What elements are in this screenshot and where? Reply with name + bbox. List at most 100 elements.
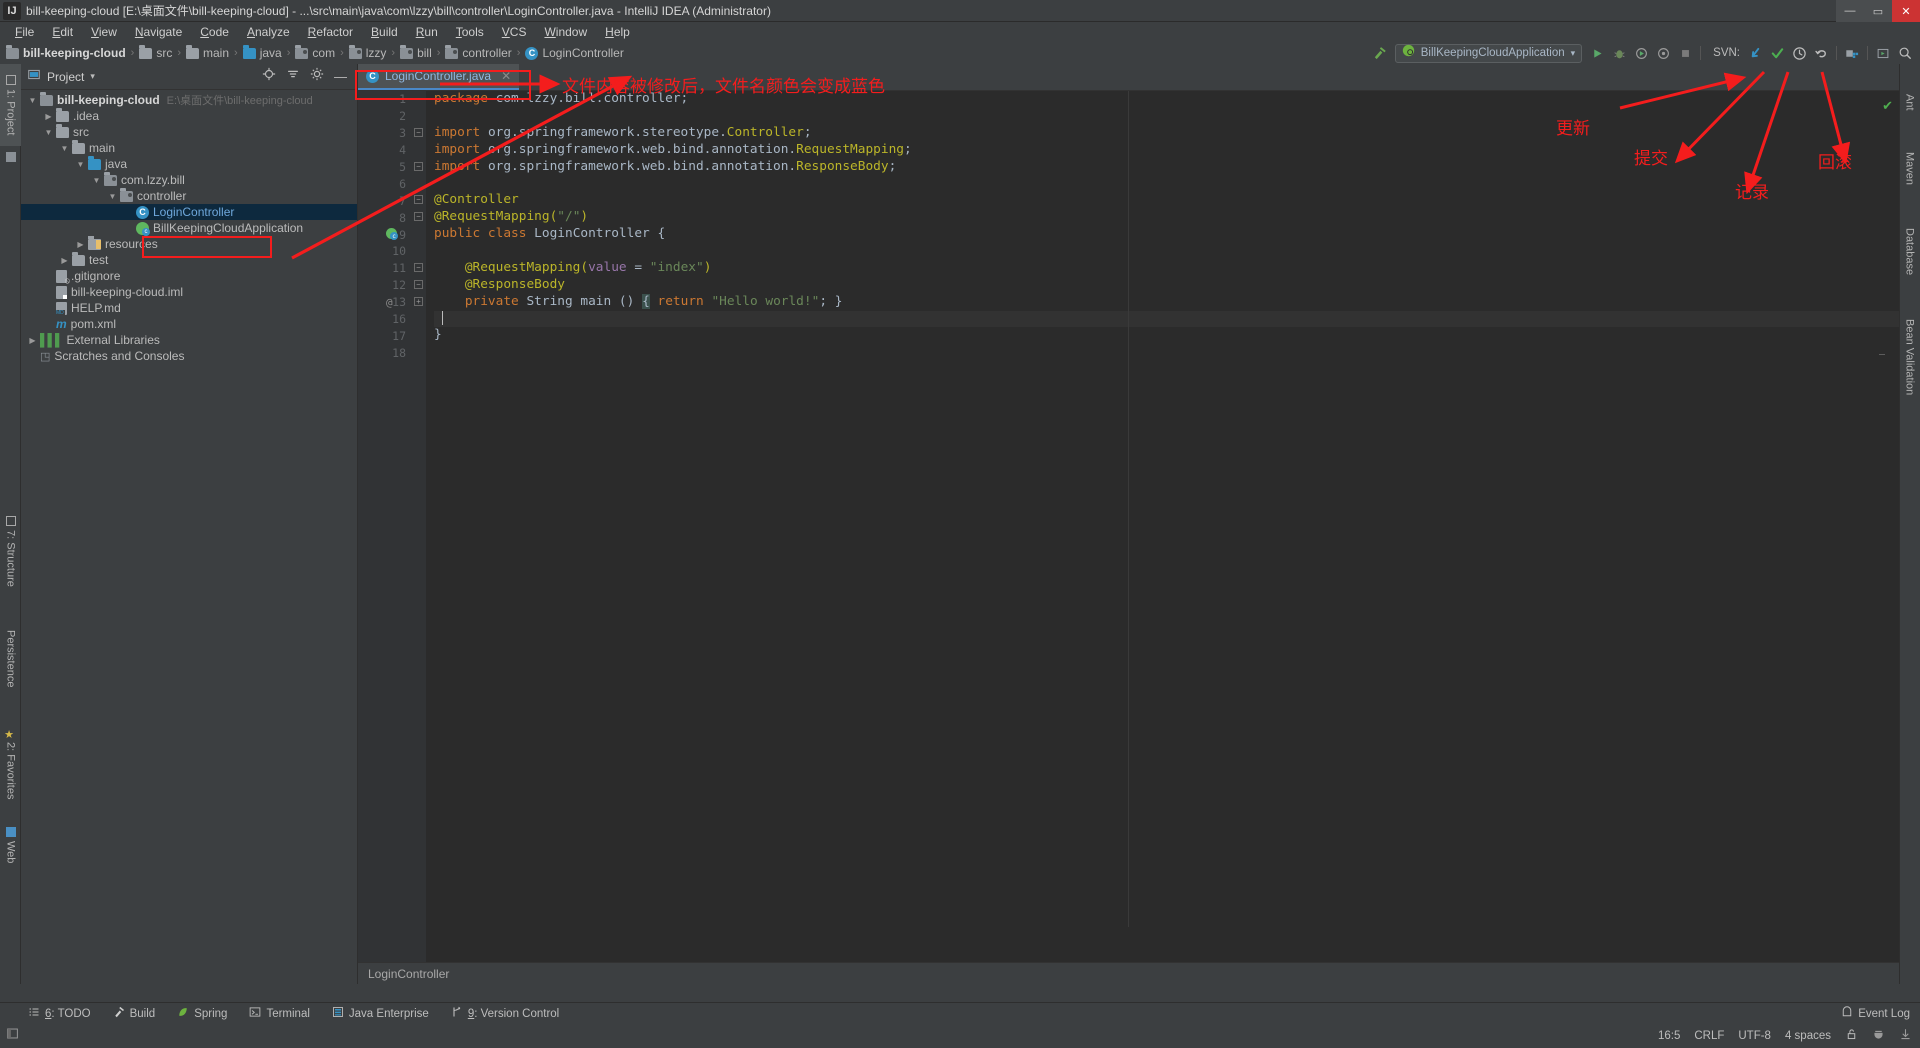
tree-item-com-lzzy-bill[interactable]: ▼ com.lzzy.bill xyxy=(21,171,357,188)
fold-expand-icon[interactable]: + xyxy=(414,296,423,306)
tree-item-scratches-and-consoles[interactable]: ◳ Scratches and Consoles xyxy=(21,348,357,364)
menu-item-file[interactable]: File xyxy=(6,23,43,41)
chevron-down-icon[interactable]: ▼ xyxy=(107,191,118,202)
file-encoding[interactable]: UTF-8 xyxy=(1738,1030,1771,1042)
run-play-icon[interactable] xyxy=(1586,43,1608,63)
tree-item--idea[interactable]: ▶ .idea xyxy=(21,107,357,124)
run-with-coverage-icon[interactable] xyxy=(1630,43,1652,63)
editor-area[interactable]: C LoginController.java ✕ 123456789101112… xyxy=(358,64,1899,984)
bottom-tool-spring[interactable]: Spring xyxy=(177,1006,227,1021)
build-hammer-icon[interactable] xyxy=(1369,43,1391,63)
svn-history-icon[interactable] xyxy=(1788,43,1810,63)
menu-item-view[interactable]: View xyxy=(82,23,126,41)
breadcrumb-item-com[interactable]: com xyxy=(295,44,335,60)
code-line-2[interactable] xyxy=(434,108,1899,125)
inspection-hector-icon[interactable] xyxy=(1872,1028,1885,1044)
project-panel-mini-icon[interactable] xyxy=(0,150,21,164)
caret-position[interactable]: 16:5 xyxy=(1658,1030,1680,1042)
tree-item-controller[interactable]: ▼ controller xyxy=(21,187,357,204)
navigation-bar[interactable]: bill-keeping-cloud › src › main › java › com › lzz… xyxy=(0,42,1920,64)
chevron-right-icon[interactable]: ▶ xyxy=(59,255,70,266)
inspection-status-icon[interactable]: ✔ xyxy=(1882,98,1893,114)
locate-crosshair-icon[interactable] xyxy=(262,67,276,86)
main-toolbar[interactable]: BillKeepingCloudApplication ▾ SVN: xyxy=(1369,42,1916,64)
status-bar[interactable]: 16:5 CRLF UTF-8 4 spaces xyxy=(0,1024,1920,1048)
gutter-line-18[interactable]: 18 xyxy=(358,344,412,361)
gutter-line-4[interactable]: 4 xyxy=(358,142,412,159)
fold-slot-8[interactable]: − xyxy=(412,209,426,226)
debug-bug-icon[interactable] xyxy=(1608,43,1630,63)
menu-bar[interactable]: File Edit View Navigate Code Analyze Refactor B… xyxy=(0,22,1920,42)
editor-tab-logincontroller[interactable]: C LoginController.java ✕ xyxy=(358,64,520,90)
gutter-line-10[interactable]: 10 xyxy=(358,243,412,260)
bottom-tool-terminal[interactable]: Terminal xyxy=(249,1006,310,1021)
gutter-line-13[interactable]: @13 xyxy=(358,294,412,311)
select-target-icon[interactable] xyxy=(1872,43,1894,63)
fold-collapse-icon[interactable]: − xyxy=(414,212,423,222)
gutter-line-8[interactable]: 8 xyxy=(358,209,412,226)
tree-item-help-md[interactable]: HELP.md xyxy=(21,300,357,316)
chevron-down-icon[interactable]: ▼ xyxy=(27,95,38,106)
toggle-toolwindow-icon[interactable] xyxy=(6,1027,19,1045)
indent-setting[interactable]: 4 spaces xyxy=(1785,1030,1831,1042)
code-line-8[interactable]: @RequestMapping("/") xyxy=(434,209,1899,226)
code-line-16[interactable] xyxy=(434,310,1899,328)
gutter-line-17[interactable]: 17 xyxy=(358,327,412,344)
gear-icon[interactable] xyxy=(310,67,324,86)
tree-item-logincontroller[interactable]: C LoginController xyxy=(21,204,357,220)
fold-collapse-icon[interactable]: − xyxy=(414,279,423,289)
sidebar-item-favorites[interactable]: ★ 2: Favorites xyxy=(0,714,21,814)
gutter-line-11[interactable]: 11 xyxy=(358,260,412,277)
gutter-line-7[interactable]: 7 xyxy=(358,192,412,209)
fold-slot-11[interactable]: − xyxy=(412,260,426,277)
code-line-13[interactable]: private String main () { return "Hello w… xyxy=(434,293,1899,311)
chevron-right-icon[interactable]: ▶ xyxy=(75,239,86,250)
line-number-gutter[interactable]: 123456789101112@13161718 xyxy=(358,91,412,984)
breadcrumb-item-controller[interactable]: controller xyxy=(445,44,512,60)
svn-commit-icon[interactable] xyxy=(1766,43,1788,63)
menu-item-analyze[interactable]: Analyze xyxy=(238,23,299,41)
run-configuration-selector[interactable]: BillKeepingCloudApplication ▾ xyxy=(1394,43,1583,63)
menu-item-help[interactable]: Help xyxy=(596,23,639,41)
code-folding-gutter[interactable]: − − − − − − + xyxy=(412,91,426,984)
fold-collapse-icon[interactable]: − xyxy=(414,127,423,137)
spring-bean-gutter-icon[interactable] xyxy=(386,228,398,242)
sidebar-item-maven[interactable]: Maven xyxy=(1899,136,1920,202)
menu-item-build[interactable]: Build xyxy=(362,23,407,41)
sidebar-item-database[interactable]: Database xyxy=(1899,212,1920,292)
tree-item-billkeepingcloudapplication[interactable]: BillKeepingCloudApplication xyxy=(21,220,357,236)
sidebar-item-project[interactable]: 1: Project xyxy=(0,64,21,146)
code-line-5[interactable]: import org.springframework.web.bind.anno… xyxy=(434,159,1899,176)
tree-item-external-libraries[interactable]: ▶ ▌▌▌ External Libraries xyxy=(21,332,357,348)
svn-update-icon[interactable] xyxy=(1744,43,1766,63)
menu-item-navigate[interactable]: Navigate xyxy=(126,23,191,41)
code-line-6[interactable] xyxy=(434,175,1899,192)
fold-slot-13[interactable]: + xyxy=(412,294,426,311)
gutter-line-16[interactable]: 16 xyxy=(358,311,412,328)
svn-rollback-icon[interactable] xyxy=(1810,43,1832,63)
annotation-gutter-icon[interactable]: @ xyxy=(386,296,393,309)
tree-item-bill-keeping-cloud-iml[interactable]: bill-keeping-cloud.iml xyxy=(21,284,357,300)
chevron-down-icon[interactable]: ▼ xyxy=(43,127,54,138)
chevron-down-icon[interactable]: ▼ xyxy=(75,159,86,170)
chevron-down-icon[interactable]: ▼ xyxy=(91,175,102,186)
search-icon[interactable] xyxy=(1894,43,1916,63)
minimize-button[interactable]: — xyxy=(1836,0,1864,22)
line-separator[interactable]: CRLF xyxy=(1694,1030,1724,1042)
chevron-down-icon[interactable]: ▼ xyxy=(59,143,70,154)
code-line-4[interactable]: import org.springframework.web.bind.anno… xyxy=(434,142,1899,159)
bottom-tool-6-todo[interactable]: 6: TODO xyxy=(28,1006,91,1021)
menu-item-tools[interactable]: Tools xyxy=(447,23,493,41)
project-tool-window[interactable]: Project ▾ — ▼ bill-keeping-cloud E:\桌面文件\b… xyxy=(21,64,358,984)
menu-item-vcs[interactable]: VCS xyxy=(493,23,536,41)
maximize-button[interactable]: ▭ xyxy=(1864,0,1892,22)
breadcrumb-item-src[interactable]: src xyxy=(139,44,172,60)
project-structure-icon[interactable] xyxy=(1841,43,1863,63)
breadcrumb-item-bill[interactable]: bill xyxy=(400,44,432,60)
profiler-icon[interactable] xyxy=(1652,43,1674,63)
hide-panel-icon[interactable]: — xyxy=(334,70,347,83)
bottom-tool-build[interactable]: Build xyxy=(113,1006,155,1021)
fold-slot-3[interactable]: − xyxy=(412,125,426,142)
fold-collapse-icon[interactable]: − xyxy=(414,195,423,205)
background-tasks-icon[interactable] xyxy=(1899,1028,1912,1044)
